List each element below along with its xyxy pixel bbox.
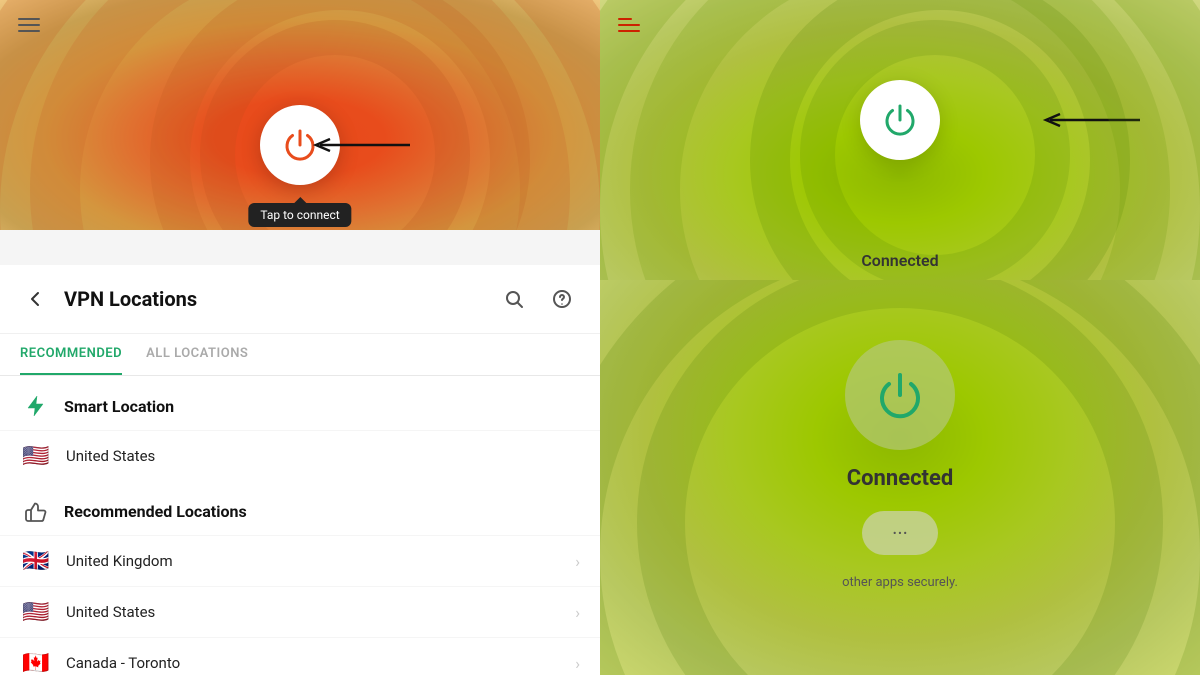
back-icon: [27, 290, 45, 308]
bottom-power-button[interactable]: [845, 340, 955, 450]
bottom-connected-label: Connected: [847, 466, 954, 491]
flag-us: [20, 600, 52, 624]
location-us-name: United States: [66, 603, 575, 621]
left-panel: Tap to connect Smart Location USA - New …: [0, 0, 600, 675]
location-item-uk[interactable]: United Kingdom ›: [0, 535, 600, 586]
back-button[interactable]: [20, 283, 52, 315]
tab-recommended[interactable]: RECOMMENDED: [20, 334, 122, 375]
connect-tooltip: Tap to connect: [248, 203, 351, 227]
tab-all-locations[interactable]: ALL LOCATIONS: [146, 334, 248, 375]
thumbs-up-svg: [24, 499, 48, 523]
chevron-ca: ›: [575, 654, 580, 673]
location-item-us-simple[interactable]: United States: [0, 430, 600, 481]
bottom-more-button[interactable]: ···: [862, 511, 938, 555]
hero-connected: Connected: [600, 0, 1200, 290]
help-button[interactable]: [544, 281, 580, 317]
help-icon: [552, 289, 572, 309]
power-icon-connected: [882, 102, 918, 138]
location-ca-name: Canada - Toronto: [66, 654, 575, 672]
search-button[interactable]: [496, 281, 532, 317]
hamburger-menu-left[interactable]: [10, 10, 48, 40]
lightning-icon: [24, 394, 48, 418]
flag-us-simple: [20, 444, 52, 468]
recommended-locations-header: Recommended Locations: [0, 481, 600, 535]
arrow-svg-right: [1040, 110, 1140, 130]
hamburger-menu-right[interactable]: [610, 10, 648, 40]
locations-list: Smart Location United States Recommended…: [0, 376, 600, 675]
chevron-us: ›: [575, 603, 580, 622]
thumbs-up-icon: [20, 495, 52, 527]
bottom-power-icon: [872, 367, 928, 423]
location-us-simple-name: United States: [66, 447, 580, 465]
flag-ca: [20, 651, 52, 675]
bottom-right-connected: Connected ··· other apps securely.: [600, 280, 1200, 675]
connected-label: Connected: [861, 251, 938, 270]
power-button-connected[interactable]: [860, 80, 940, 160]
arrow-svg-left: [310, 135, 410, 155]
arrow-pointer-right: [1040, 110, 1140, 130]
location-uk-name: United Kingdom: [66, 552, 575, 570]
smart-icon: [20, 390, 52, 422]
location-item-us[interactable]: United States ›: [0, 586, 600, 637]
locations-tabs: RECOMMENDED ALL LOCATIONS: [0, 334, 600, 376]
bottom-sub-text: other apps securely.: [842, 575, 958, 590]
location-item-ca[interactable]: Canada - Toronto ›: [0, 637, 600, 675]
smart-location-item[interactable]: Smart Location: [0, 376, 600, 430]
flag-uk: [20, 549, 52, 573]
right-panel: Connected Current Location USA - New Yor…: [600, 0, 1200, 675]
power-button-disconnected[interactable]: Tap to connect: [260, 105, 340, 185]
smart-location-title: Smart Location: [64, 397, 174, 416]
recommended-title: Recommended Locations: [64, 502, 247, 521]
locations-header: VPN Locations: [0, 265, 600, 334]
vpn-locations-panel: VPN Locations RECOMMENDED ALL LOCATIONS: [0, 265, 600, 675]
hero-disconnected: Tap to connect: [0, 0, 600, 230]
arrow-pointer-left: [310, 135, 410, 155]
chevron-uk: ›: [575, 552, 580, 571]
power-button-container: Tap to connect: [260, 105, 340, 185]
search-icon: [504, 289, 524, 309]
locations-title: VPN Locations: [64, 287, 484, 311]
